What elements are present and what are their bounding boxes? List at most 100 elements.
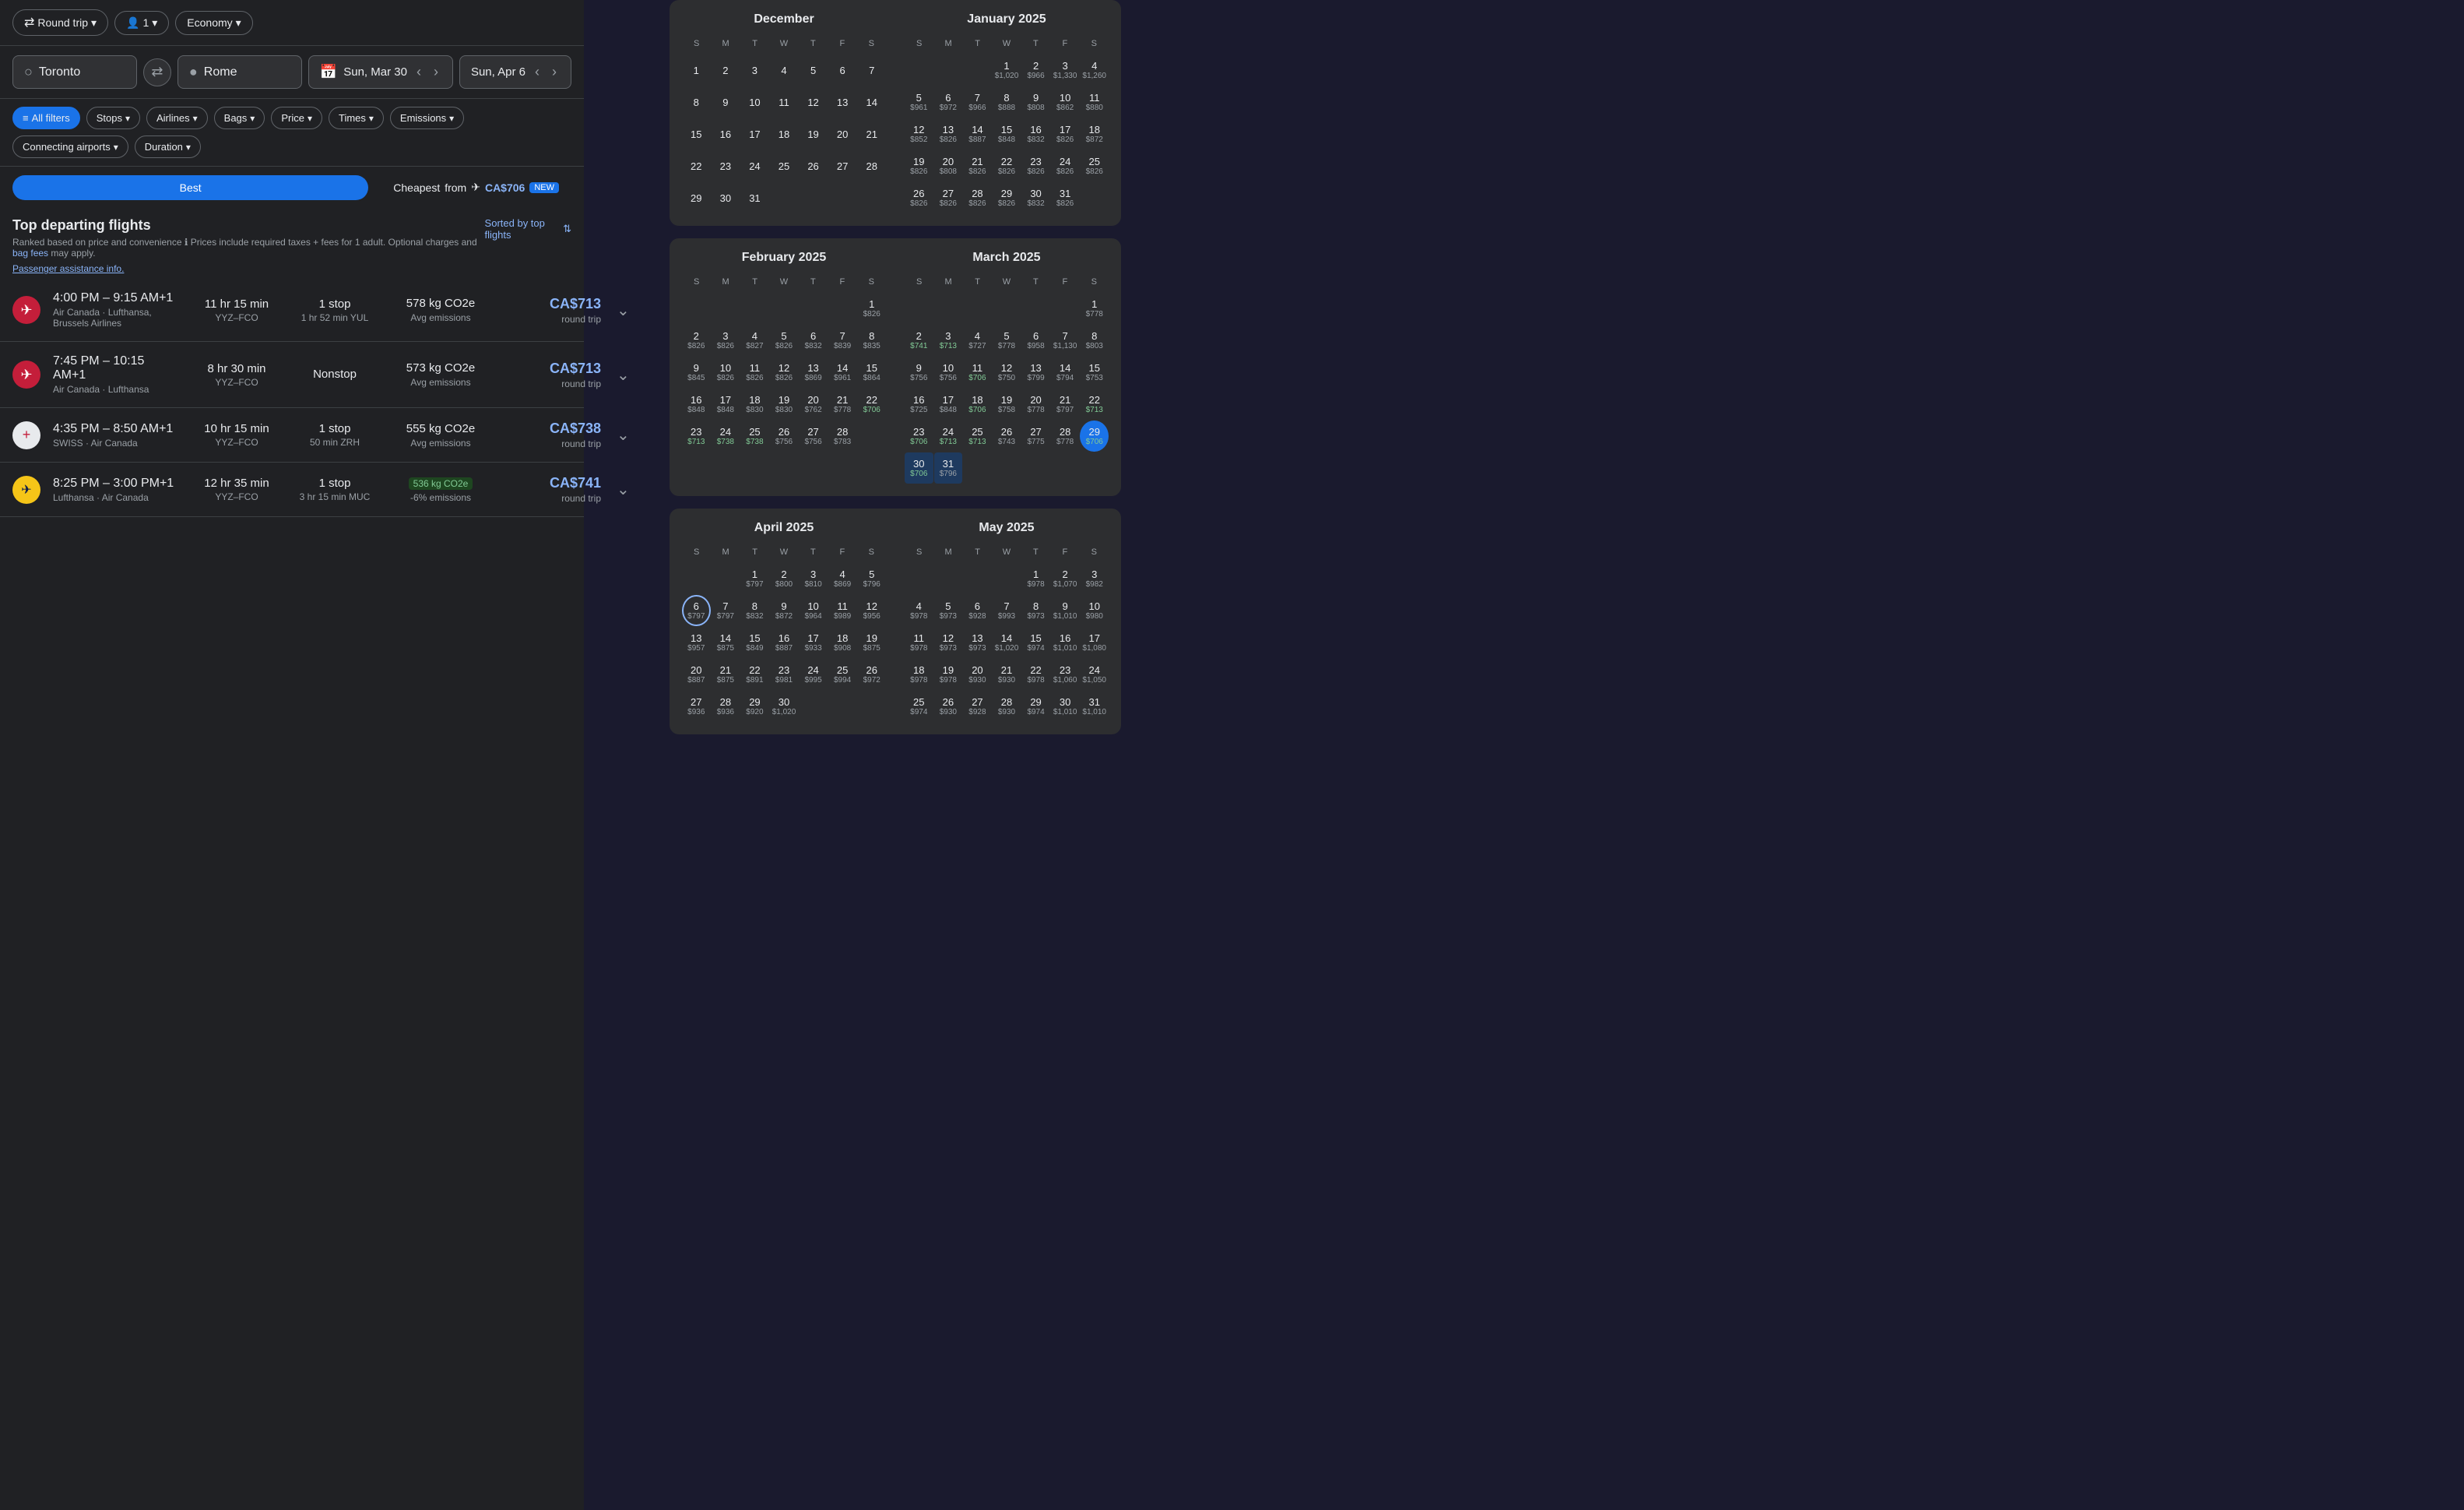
return-prev-button[interactable]: ‹ (532, 64, 543, 80)
calendar-day[interactable]: 20$778 (1021, 389, 1050, 420)
calendar-day[interactable]: 19 (799, 118, 828, 150)
calendar-day[interactable]: 5$973 (934, 595, 963, 626)
class-button[interactable]: Economy ▾ (175, 11, 252, 35)
bag-fees-link[interactable]: bag fees (12, 248, 48, 259)
calendar-day[interactable]: 14$794 (1051, 357, 1080, 388)
calendar-day[interactable]: 6 (828, 55, 857, 86)
calendar-day[interactable]: 25 (770, 150, 799, 181)
calendar-day[interactable]: 19$758 (993, 389, 1021, 420)
expand-flight-button[interactable]: ⌄ (613, 297, 633, 323)
calendar-day[interactable]: 30$1,020 (770, 691, 799, 722)
calendar-day[interactable]: 23$826 (1021, 150, 1050, 181)
calendar-day[interactable]: 7$993 (993, 595, 1021, 626)
calendar-day[interactable]: 15$974 (1021, 627, 1050, 658)
calendar-day[interactable]: 29 (682, 182, 711, 213)
airlines-filter-button[interactable]: Airlines ▾ (146, 107, 208, 129)
calendar-day[interactable]: 3$982 (1080, 563, 1109, 594)
calendar-day[interactable]: 10$964 (799, 595, 828, 626)
calendar-day[interactable]: 24$738 (712, 421, 740, 452)
calendar-day[interactable]: 31$1,010 (1080, 691, 1109, 722)
calendar-day[interactable]: 6$797 (682, 595, 711, 626)
calendar-day[interactable]: 21$797 (1051, 389, 1080, 420)
calendar-day[interactable]: 19$978 (934, 659, 963, 690)
calendar-day[interactable]: 11$978 (905, 627, 933, 658)
calendar-day[interactable]: 9 (712, 86, 740, 118)
calendar-day[interactable]: 10 (740, 86, 769, 118)
calendar-day[interactable]: 15 (682, 118, 711, 150)
calendar-day[interactable]: 3$713 (934, 325, 963, 356)
calendar-day[interactable]: 22$706 (857, 389, 886, 420)
calendar-day[interactable]: 26$826 (905, 182, 933, 213)
depart-prev-button[interactable]: ‹ (413, 64, 424, 80)
calendar-day[interactable]: 25$826 (1080, 150, 1109, 181)
calendar-day[interactable]: 29$706 (1080, 421, 1109, 452)
calendar-day[interactable]: 9$872 (770, 595, 799, 626)
calendar-day[interactable]: 26 (799, 150, 828, 181)
return-date-box[interactable]: Sun, Apr 6 ‹ › (459, 55, 571, 89)
calendar-day[interactable]: 19$875 (857, 627, 886, 658)
connecting-airports-filter-button[interactable]: Connecting airports ▾ (12, 136, 128, 158)
calendar-day[interactable]: 23$981 (770, 659, 799, 690)
calendar-day[interactable]: 22$713 (1080, 389, 1109, 420)
calendar-day[interactable]: 4 (770, 55, 799, 86)
calendar-day[interactable]: 18$978 (905, 659, 933, 690)
expand-flight-button[interactable]: ⌄ (613, 477, 633, 502)
calendar-day[interactable]: 9$845 (682, 357, 711, 388)
calendar-day[interactable]: 11 (770, 86, 799, 118)
calendar-day[interactable]: 18$830 (740, 389, 769, 420)
calendar-day[interactable]: 3$810 (799, 563, 828, 594)
calendar-day[interactable]: 17$848 (934, 389, 963, 420)
calendar-day[interactable]: 11$706 (963, 357, 992, 388)
calendar-day[interactable]: 14$961 (828, 357, 857, 388)
bags-filter-button[interactable]: Bags ▾ (214, 107, 265, 129)
calendar-day[interactable]: 25$713 (963, 421, 992, 452)
calendar-day[interactable]: 27$928 (963, 691, 992, 722)
depart-next-button[interactable]: › (431, 64, 441, 80)
calendar-day[interactable]: 15$753 (1080, 357, 1109, 388)
calendar-day[interactable]: 16$1,010 (1051, 627, 1080, 658)
calendar-day[interactable]: 30$832 (1021, 182, 1050, 213)
passenger-assistance-link[interactable]: Passenger assistance info. (12, 263, 124, 274)
calendar-day[interactable]: 2$1,070 (1051, 563, 1080, 594)
calendar-day[interactable]: 20 (828, 118, 857, 150)
calendar-day[interactable]: 11$880 (1080, 86, 1109, 118)
calendar-day[interactable]: 12$826 (770, 357, 799, 388)
calendar-day[interactable]: 20$762 (799, 389, 828, 420)
calendar-day[interactable]: 28$826 (963, 182, 992, 213)
calendar-day[interactable]: 8$973 (1021, 595, 1050, 626)
calendar-day[interactable]: 14$887 (963, 118, 992, 150)
calendar-day[interactable]: 15$849 (740, 627, 769, 658)
calendar-day[interactable]: 30$1,010 (1051, 691, 1080, 722)
calendar-day[interactable]: 8$803 (1080, 325, 1109, 356)
calendar-day[interactable]: 30 (712, 182, 740, 213)
calendar-day[interactable]: 7$839 (828, 325, 857, 356)
calendar-day[interactable]: 24$995 (799, 659, 828, 690)
calendar-day[interactable]: 1$1,020 (993, 55, 1021, 86)
calendar-day[interactable]: 22 (682, 150, 711, 181)
flight-card[interactable]: ✈ 7:45 PM – 10:15 AM+1 Air Canada · Luft… (0, 342, 584, 408)
calendar-day[interactable]: 7$797 (712, 595, 740, 626)
calendar-day[interactable]: 1$778 (1080, 293, 1109, 324)
calendar-day[interactable]: 13$799 (1021, 357, 1050, 388)
calendar-day[interactable]: 23 (712, 150, 740, 181)
calendar-day[interactable]: 15$848 (993, 118, 1021, 150)
origin-input[interactable] (39, 65, 125, 79)
calendar-day[interactable]: 10$980 (1080, 595, 1109, 626)
swap-button[interactable]: ⇄ (143, 58, 171, 86)
times-filter-button[interactable]: Times ▾ (329, 107, 384, 129)
calendar-day[interactable]: 15$864 (857, 357, 886, 388)
calendar-day[interactable]: 6$972 (934, 86, 963, 118)
origin-input-box[interactable]: ○ (12, 55, 137, 89)
calendar-day[interactable]: 28$930 (993, 691, 1021, 722)
calendar-day[interactable]: 13 (828, 86, 857, 118)
calendar-day[interactable]: 21$778 (828, 389, 857, 420)
sorted-by-button[interactable]: Sorted by top flights ⇅ (485, 217, 571, 241)
calendar-day[interactable]: 7 (857, 55, 886, 86)
calendar-day[interactable]: 17$1,080 (1080, 627, 1109, 658)
calendar-day[interactable]: 24$826 (1051, 150, 1080, 181)
calendar-day[interactable]: 16 (712, 118, 740, 150)
calendar-day[interactable]: 13$826 (934, 118, 963, 150)
calendar-day[interactable]: 30$706 (905, 452, 933, 484)
calendar-day[interactable]: 31 (740, 182, 769, 213)
calendar-day[interactable]: 10$862 (1051, 86, 1080, 118)
